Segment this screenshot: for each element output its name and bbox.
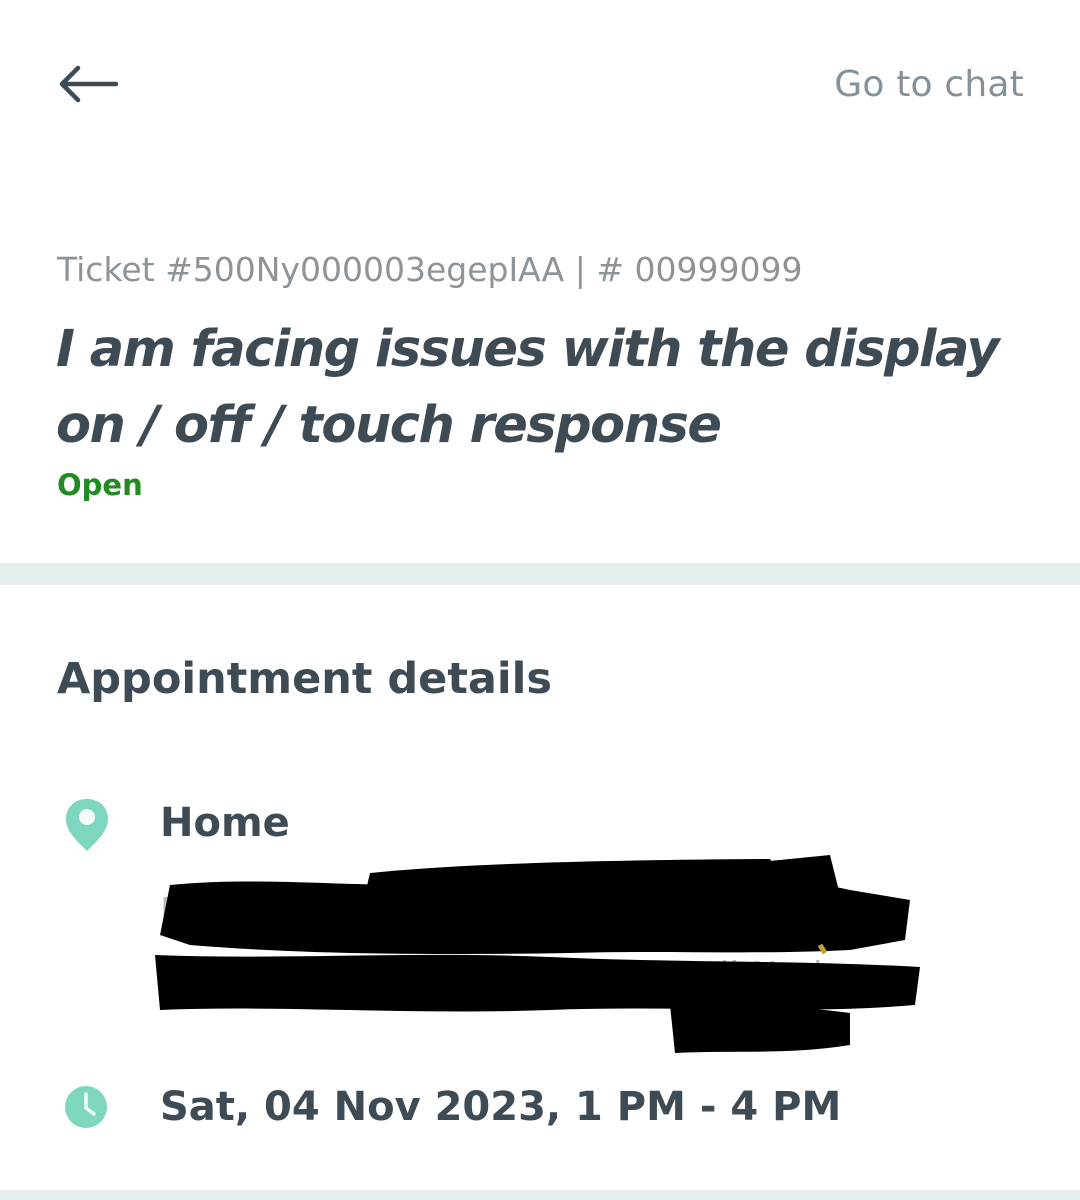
ticket-id: Ticket #500Ny000003egepIAA | # 00999099 xyxy=(57,250,803,289)
clock-icon xyxy=(65,1086,107,1128)
go-to-chat-link[interactable]: Go to chat xyxy=(834,64,1024,105)
back-button[interactable] xyxy=(46,52,128,116)
address-line: Naturals Sa xyxy=(160,891,368,932)
arrow-left-icon xyxy=(59,65,118,103)
ticket-title: I am facing issues with the display on /… xyxy=(56,320,1000,455)
appointment-datetime: Sat, 04 Nov 2023, 1 PM - 4 PM xyxy=(160,1084,842,1130)
location-label: Home xyxy=(160,800,290,846)
ticket-detail-screen: Go to chat Ticket #500Ny000003egepIAA | … xyxy=(0,0,1080,1200)
location-pin-icon xyxy=(66,799,108,851)
address-block: Naturals Sa Mahalingapuram, Pollachi, Ta… xyxy=(160,880,920,1050)
address-line: Mahalingapuram, Pollachi, Tamil Nadu xyxy=(160,955,846,996)
status-badge: Open xyxy=(57,468,143,502)
appointment-section-title: Appointment details xyxy=(57,654,552,704)
section-divider xyxy=(0,563,1080,585)
section-divider xyxy=(0,1190,1080,1200)
